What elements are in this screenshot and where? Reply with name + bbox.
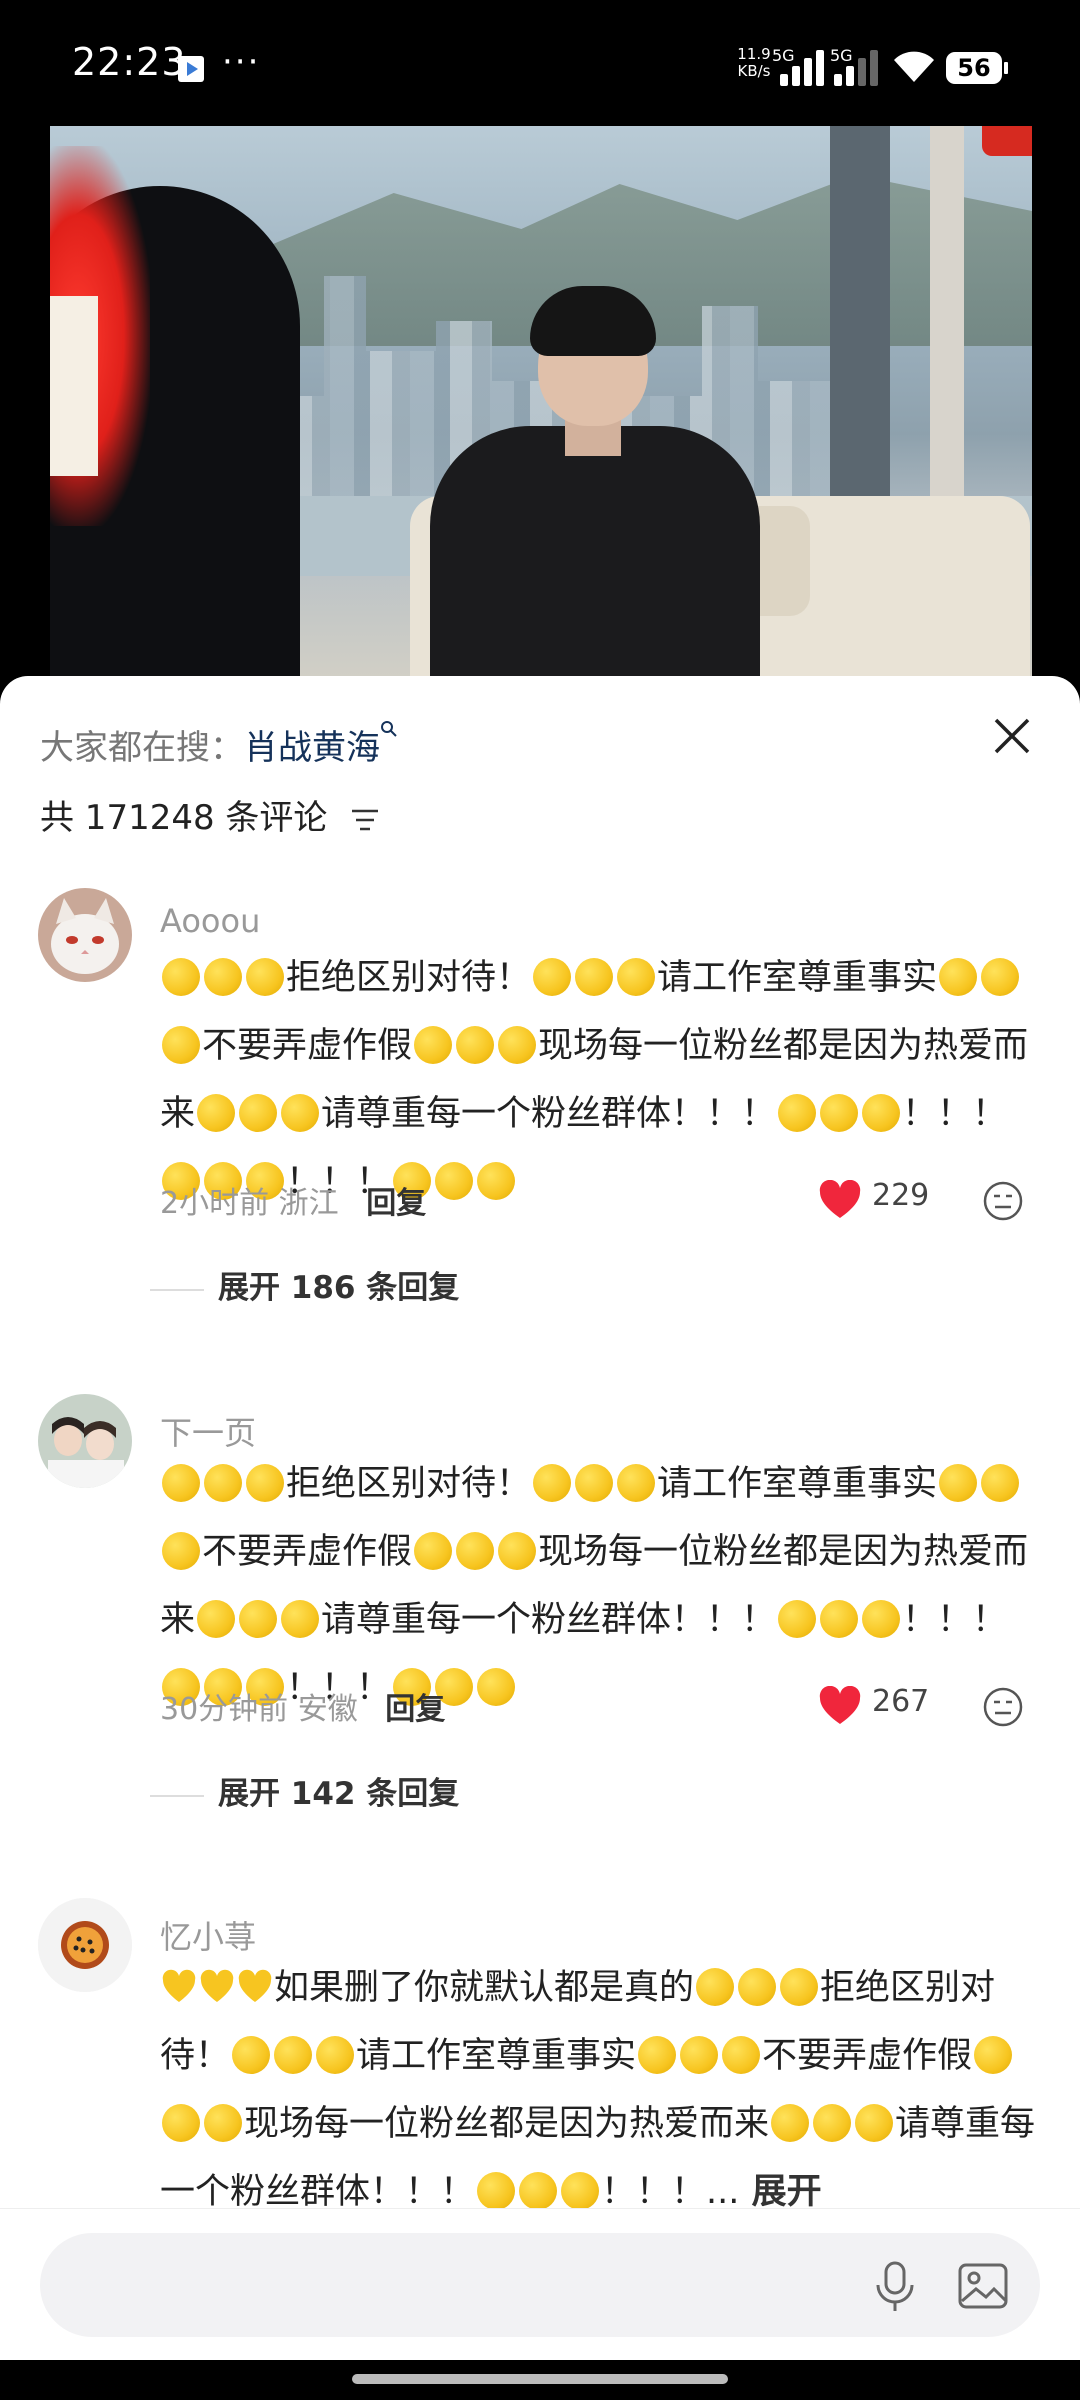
heart-icon[interactable] — [818, 1180, 862, 1220]
emoji-reaction-icon[interactable] — [982, 1686, 1024, 1728]
reply-button[interactable]: 回复 — [366, 1186, 426, 1221]
comment-username[interactable]: Aooou — [160, 902, 260, 940]
navigation-bar — [0, 2360, 1080, 2400]
comment-count: 共 171248 条评论 — [40, 790, 382, 839]
battery-level: 56 — [957, 54, 991, 82]
comment-text-segment: ！！！ — [902, 1600, 1008, 1640]
signal-icon — [780, 50, 828, 86]
comment-input[interactable] — [40, 2233, 1040, 2337]
comment-meta: 2小时前 浙江 回复 — [160, 1178, 426, 1222]
comment-text-segment: 不要弄虚作假 — [762, 2036, 973, 2076]
emoji-reaction-icon[interactable] — [982, 1180, 1024, 1222]
avatar[interactable] — [38, 1898, 132, 1992]
network-speed: 11.9 KB/s — [737, 45, 771, 80]
like-count: 229 — [872, 1178, 930, 1213]
comment-sheet: 大家都在搜：肖战黄海 共 171248 条评论 Aooou 🟡🟡🟡拒绝 — [0, 676, 1080, 2360]
comment-text-segment: 请尊重每一个粉丝群体！！！ — [321, 1094, 777, 1134]
home-indicator[interactable] — [352, 2374, 728, 2384]
comment-text-segment: ！！！... — [601, 2172, 740, 2212]
comment-username[interactable]: 忆小荨 — [160, 1912, 256, 1958]
expand-replies-button[interactable]: 展开 142 条回复 — [150, 1768, 459, 1813]
comment-time: 2小时前 — [160, 1186, 270, 1221]
comment-meta: 30分钟前 安徽 回复 — [160, 1684, 445, 1728]
battery-icon: 56 — [946, 52, 1008, 84]
more-notifications-icon: ··· — [222, 42, 261, 82]
search-icon — [381, 721, 397, 737]
like-count: 267 — [872, 1684, 930, 1719]
comment-text-segment: 请工作室尊重事实 — [657, 1464, 938, 1504]
signal2-icon — [834, 50, 882, 86]
comment-text-segment: 不要弄虚作假 — [202, 1532, 413, 1572]
expand-replies-button[interactable]: 展开 186 条回复 — [150, 1262, 459, 1307]
status-bar: 22:23 ··· 11.9 KB/s 5G 5G 56 — [0, 0, 1080, 126]
sort-filter-icon[interactable] — [348, 807, 382, 833]
trending-search[interactable]: 大家都在搜：肖战黄海 — [40, 720, 398, 769]
comment-time: 30分钟前 — [160, 1692, 289, 1727]
comment-text-segment: 请工作室尊重事实 — [657, 958, 938, 998]
status-time: 22:23 — [72, 40, 187, 84]
microphone-icon[interactable] — [870, 2259, 920, 2313]
comment-count-label: 共 171248 条评论 — [40, 798, 328, 838]
comment-location: 安徽 — [297, 1692, 358, 1727]
comment-input-bar — [0, 2208, 1080, 2361]
image-picker-icon[interactable] — [956, 2259, 1010, 2313]
comment-text-segment: 如果删了你就默认都是真的 — [274, 1968, 695, 2008]
comment-text-segment: 现场每一位粉丝都是因为热爱而来 — [244, 2104, 770, 2144]
close-icon[interactable] — [988, 712, 1036, 760]
comment-text-segment: 拒绝区别对待！ — [286, 1464, 532, 1504]
video-subject — [430, 286, 760, 686]
trending-search-term[interactable]: 肖战黄海 — [244, 728, 380, 768]
expand-comment-link[interactable]: 展开 — [739, 2172, 822, 2212]
trending-search-prefix: 大家都在搜： — [40, 728, 244, 768]
reply-button[interactable]: 回复 — [385, 1692, 445, 1727]
avatar[interactable] — [38, 1394, 132, 1488]
comment-text-segment: 拒绝区别对待！ — [286, 958, 532, 998]
comment-text-segment: 不要弄虚作假 — [202, 1026, 413, 1066]
avatar[interactable] — [38, 888, 132, 982]
comment-text: 💛💛💛如果删了你就默认都是真的🟡🟡🟡拒绝区别对待！🟡🟡🟡请工作室尊重事实🟡🟡🟡不… — [160, 1960, 1040, 2232]
comment-text-segment: 请工作室尊重事实 — [356, 2036, 637, 2076]
comment-text-segment: ！！！ — [902, 1094, 1008, 1134]
comment-text-segment: 请尊重每一个粉丝群体！！！ — [321, 1600, 777, 1640]
video-player[interactable] — [50, 126, 1032, 686]
comment-location: 浙江 — [278, 1186, 339, 1221]
wifi-icon — [894, 51, 934, 82]
comment-username[interactable]: 下一页 — [160, 1408, 256, 1454]
app-notification-icon — [178, 56, 204, 82]
heart-icon[interactable] — [818, 1686, 862, 1726]
